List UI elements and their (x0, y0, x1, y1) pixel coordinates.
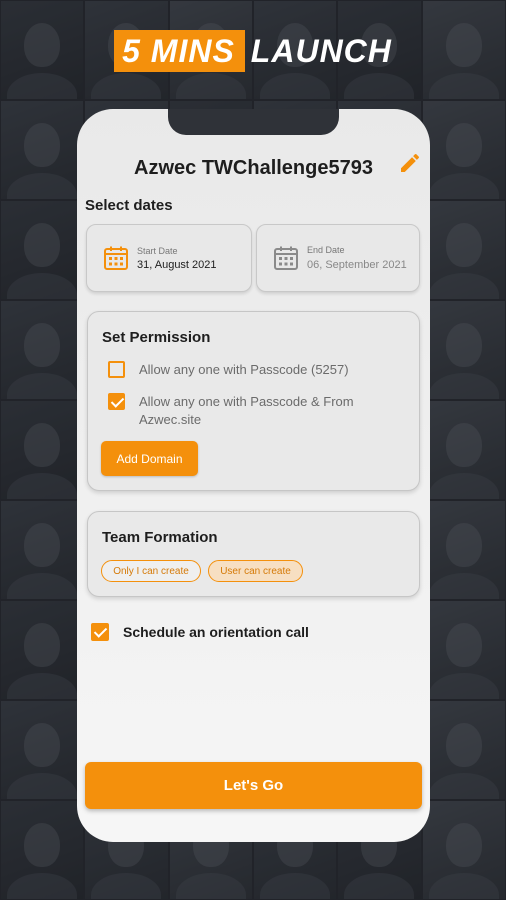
add-domain-button[interactable]: Add Domain (101, 441, 198, 476)
permission-card: Set Permission Allow any one with Passco… (87, 311, 420, 491)
team-formation-card: Team Formation Only I can create User ca… (87, 511, 420, 597)
challenge-title: Azwec TWChallenge5793 (134, 157, 373, 179)
calendar-icon (104, 246, 128, 270)
user-can-create-chip[interactable]: User can create (208, 560, 303, 582)
start-date-value: 31, August 2021 (137, 258, 217, 271)
checkbox-unchecked[interactable] (108, 361, 125, 378)
permission-title: Set Permission (102, 329, 211, 346)
checkbox-checked[interactable] (108, 393, 125, 410)
only-i-can-create-chip[interactable]: Only I can create (101, 560, 201, 582)
schedule-call-label: Schedule an orientation call (123, 624, 309, 640)
brand-logo: 5 MINS LAUNCH (0, 30, 506, 72)
passcode-option[interactable]: Allow any one with Passcode (5257) (108, 361, 389, 379)
pencil-icon[interactable] (398, 151, 422, 175)
end-date-value: 06, September 2021 (307, 258, 407, 271)
phone-frame: Azwec TWChallenge5793 Select dates Start… (77, 109, 430, 842)
checkbox-checked[interactable] (91, 623, 109, 641)
passcode-domain-option[interactable]: Allow any one with Passcode & From Azwec… (108, 393, 389, 429)
team-formation-title: Team Formation (102, 529, 218, 546)
calendar-icon (274, 246, 298, 270)
brand-highlight: 5 MINS (114, 30, 245, 72)
end-date-caption: End Date (307, 244, 345, 255)
select-dates-label: Select dates (85, 197, 173, 214)
phone-notch (168, 109, 339, 135)
start-date-picker[interactable]: Start Date 31, August 2021 (86, 224, 252, 292)
start-date-caption: Start Date (137, 245, 178, 256)
schedule-call-option[interactable]: Schedule an orientation call (91, 623, 309, 641)
passcode-domain-option-label: Allow any one with Passcode & From Azwec… (139, 394, 354, 427)
end-date-picker[interactable]: End Date 06, September 2021 (256, 224, 420, 292)
passcode-option-label: Allow any one with Passcode (5257) (139, 362, 349, 377)
lets-go-button[interactable]: Let's Go (85, 762, 422, 809)
brand-text: LAUNCH (250, 33, 392, 69)
